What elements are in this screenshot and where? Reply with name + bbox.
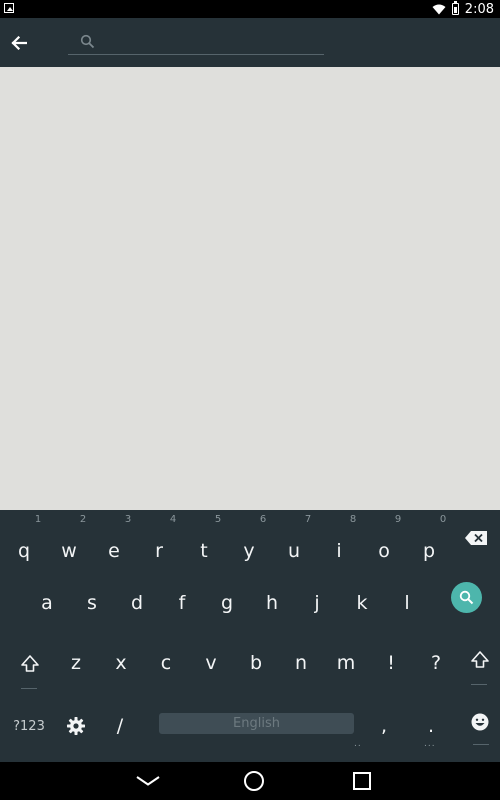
slash-key[interactable]: / xyxy=(97,704,143,748)
key-hint-0: 0 xyxy=(439,514,447,525)
key-o[interactable]: o xyxy=(361,529,407,573)
search-icon xyxy=(459,590,474,605)
key-hint-8: 8 xyxy=(349,514,357,525)
key-n[interactable]: n xyxy=(278,641,324,685)
search-icon xyxy=(80,34,95,49)
key-q[interactable]: q xyxy=(1,529,47,573)
image-notification-icon xyxy=(4,3,14,13)
key-k[interactable]: k xyxy=(339,581,385,625)
comma-key[interactable]: , xyxy=(361,704,407,748)
key-hint-9: 9 xyxy=(394,514,402,525)
settings-key[interactable] xyxy=(53,704,99,748)
search-field[interactable] xyxy=(68,32,324,55)
home-circle-icon xyxy=(244,771,264,791)
shift-underline-left xyxy=(21,688,37,689)
key-z[interactable]: z xyxy=(53,641,99,685)
shift-underline-right xyxy=(471,684,487,685)
key-g[interactable]: g xyxy=(204,581,250,625)
arrow-left-icon xyxy=(11,36,27,50)
key-exclamation[interactable]: ! xyxy=(368,641,414,685)
key-e[interactable]: e xyxy=(91,529,137,573)
key-a[interactable]: a xyxy=(24,581,70,625)
key-y[interactable]: y xyxy=(226,529,272,573)
key-hint-3: 3 xyxy=(124,514,132,525)
emoji-underline xyxy=(473,744,489,745)
search-app-bar xyxy=(0,18,500,67)
shift-key-right[interactable] xyxy=(457,638,500,682)
key-l[interactable]: l xyxy=(384,581,430,625)
key-hint-2: 2 xyxy=(79,514,87,525)
key-hint-7: 7 xyxy=(304,514,312,525)
symbols-key[interactable]: ?123 xyxy=(6,704,52,748)
soft-keyboard: q 1w 2e 3r 4t 5y 6u 7i 8o 9p 0 asdfghjkl z x c v b n m!?… xyxy=(0,510,500,762)
key-w[interactable]: w xyxy=(46,529,92,573)
key-p[interactable]: p xyxy=(406,529,452,573)
battery-icon xyxy=(451,1,459,15)
key-v[interactable]: v xyxy=(188,641,234,685)
keyboard-search-key[interactable] xyxy=(451,582,482,613)
key-t[interactable]: t xyxy=(181,529,227,573)
key-d[interactable]: d xyxy=(114,581,160,625)
key-u[interactable]: u xyxy=(271,529,317,573)
chevron-down-icon xyxy=(136,776,160,786)
key-b[interactable]: b xyxy=(233,641,279,685)
backspace-key[interactable] xyxy=(453,516,499,560)
key-s[interactable]: s xyxy=(69,581,115,625)
search-input[interactable] xyxy=(102,32,320,52)
shift-icon xyxy=(471,651,489,668)
key-hint-5: 5 xyxy=(214,514,222,525)
status-bar: 2:08 xyxy=(0,0,500,18)
nav-back-button[interactable] xyxy=(128,766,168,796)
key-h[interactable]: h xyxy=(249,581,295,625)
shift-key-left[interactable] xyxy=(7,642,53,686)
gear-icon xyxy=(67,717,85,735)
results-area xyxy=(0,67,500,510)
status-time: 2:08 xyxy=(464,1,494,17)
smiley-icon xyxy=(471,713,489,731)
key-f[interactable]: f xyxy=(159,581,205,625)
space-bar[interactable]: English xyxy=(159,713,354,734)
key-question[interactable]: ? xyxy=(413,641,459,685)
key-j[interactable]: j xyxy=(294,581,340,625)
comma-key-hint: .. xyxy=(354,739,362,749)
back-button[interactable] xyxy=(6,30,32,56)
wifi-icon xyxy=(432,4,446,14)
recents-square-icon xyxy=(353,772,371,790)
key-hint-6: 6 xyxy=(259,514,267,525)
key-hint-4: 4 xyxy=(169,514,177,525)
period-key-hint: ... xyxy=(424,739,436,749)
navigation-bar xyxy=(0,762,500,800)
key-c[interactable]: c xyxy=(143,641,189,685)
key-x[interactable]: x xyxy=(98,641,144,685)
emoji-key[interactable] xyxy=(457,700,500,744)
nav-home-button[interactable] xyxy=(234,766,274,796)
nav-recents-button[interactable] xyxy=(342,766,382,796)
key-i[interactable]: i xyxy=(316,529,362,573)
key-r[interactable]: r xyxy=(136,529,182,573)
shift-icon xyxy=(21,655,39,672)
key-m[interactable]: m xyxy=(323,641,369,685)
key-hint-1: 1 xyxy=(34,514,42,525)
backspace-icon xyxy=(465,531,487,545)
